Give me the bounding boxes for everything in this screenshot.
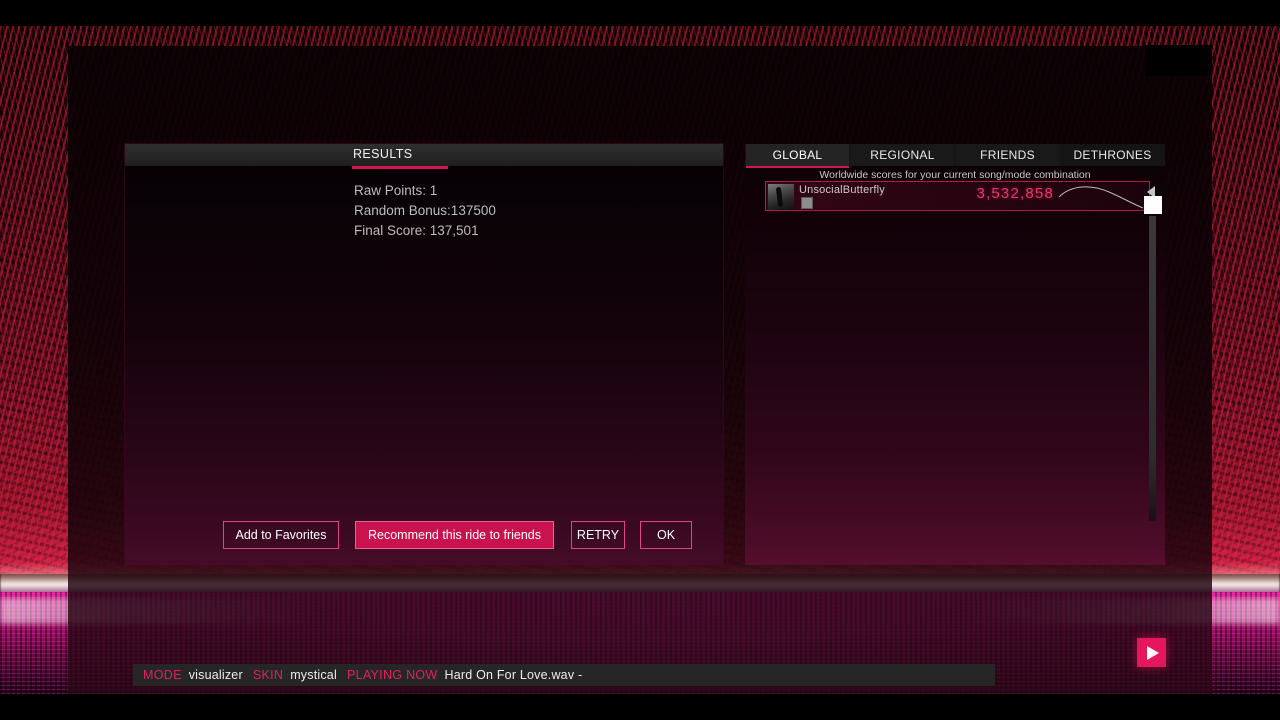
overlay-black-box xyxy=(1145,45,1211,76)
tab-dethrones[interactable]: DETHRONES xyxy=(1061,144,1164,166)
tab-global[interactable]: GLOBAL xyxy=(746,144,849,168)
player-name: UnsocialButterfly xyxy=(799,184,885,196)
avatar xyxy=(768,184,794,210)
leaderboard-panel: GLOBAL REGIONAL FRIENDS DETHRONES Worldw… xyxy=(745,144,1165,565)
raw-points-line: Raw Points: 1 xyxy=(354,183,438,198)
recommend-button[interactable]: Recommend this ride to friends xyxy=(355,521,554,549)
play-icon xyxy=(1147,645,1159,660)
leaderboard-subtitle: Worldwide scores for your current song/m… xyxy=(819,169,1091,181)
results-score-breakdown: Raw Points: 1 Random Bonus:137500 Final … xyxy=(354,181,496,241)
tab-friends[interactable]: FRIENDS xyxy=(956,144,1059,166)
score-graph-curve xyxy=(1058,186,1144,209)
status-bar: MODE visualizer SKIN mystical PLAYING NO… xyxy=(133,664,995,686)
leaderboard-tabs: GLOBAL REGIONAL FRIENDS DETHRONES xyxy=(745,144,1165,168)
results-header-bar: RESULTS xyxy=(125,144,723,169)
add-to-favorites-button[interactable]: Add to Favorites xyxy=(223,521,339,549)
scrollbar-thumb[interactable] xyxy=(1144,196,1162,214)
scrollbar-track[interactable] xyxy=(1149,216,1156,521)
random-bonus-line: Random Bonus:137500 xyxy=(354,203,496,218)
results-button-row: Add to Favorites Recommend this ride to … xyxy=(125,521,723,551)
results-title-underline xyxy=(352,166,448,169)
page-title: RESULTS xyxy=(353,147,413,161)
mode-label: MODE xyxy=(143,668,182,682)
play-button[interactable] xyxy=(1137,638,1166,667)
player-score: 3,532,858 xyxy=(976,185,1054,202)
results-panel: RESULTS Raw Points: 1 Random Bonus:13750… xyxy=(125,144,723,565)
final-score-line: Final Score: 137,501 xyxy=(354,223,479,238)
leaderboard-row[interactable]: UnsocialButterfly 3,532,858 xyxy=(765,181,1150,211)
playing-now-value: Hard On For Love.wav - xyxy=(444,668,583,682)
mode-value: visualizer xyxy=(188,668,243,682)
tab-regional[interactable]: REGIONAL xyxy=(851,144,954,166)
skin-value: mystical xyxy=(290,668,337,682)
retry-button[interactable]: RETRY xyxy=(571,521,625,549)
skin-label: SKIN xyxy=(252,668,284,682)
letterbox-bottom xyxy=(0,694,1280,720)
game-screen: RESULTS Raw Points: 1 Random Bonus:13750… xyxy=(0,0,1280,720)
playing-now-label: PLAYING NOW xyxy=(346,668,438,682)
ok-button[interactable]: OK xyxy=(640,521,692,549)
letterbox-top xyxy=(0,0,1280,26)
player-badge-icon xyxy=(801,197,813,209)
